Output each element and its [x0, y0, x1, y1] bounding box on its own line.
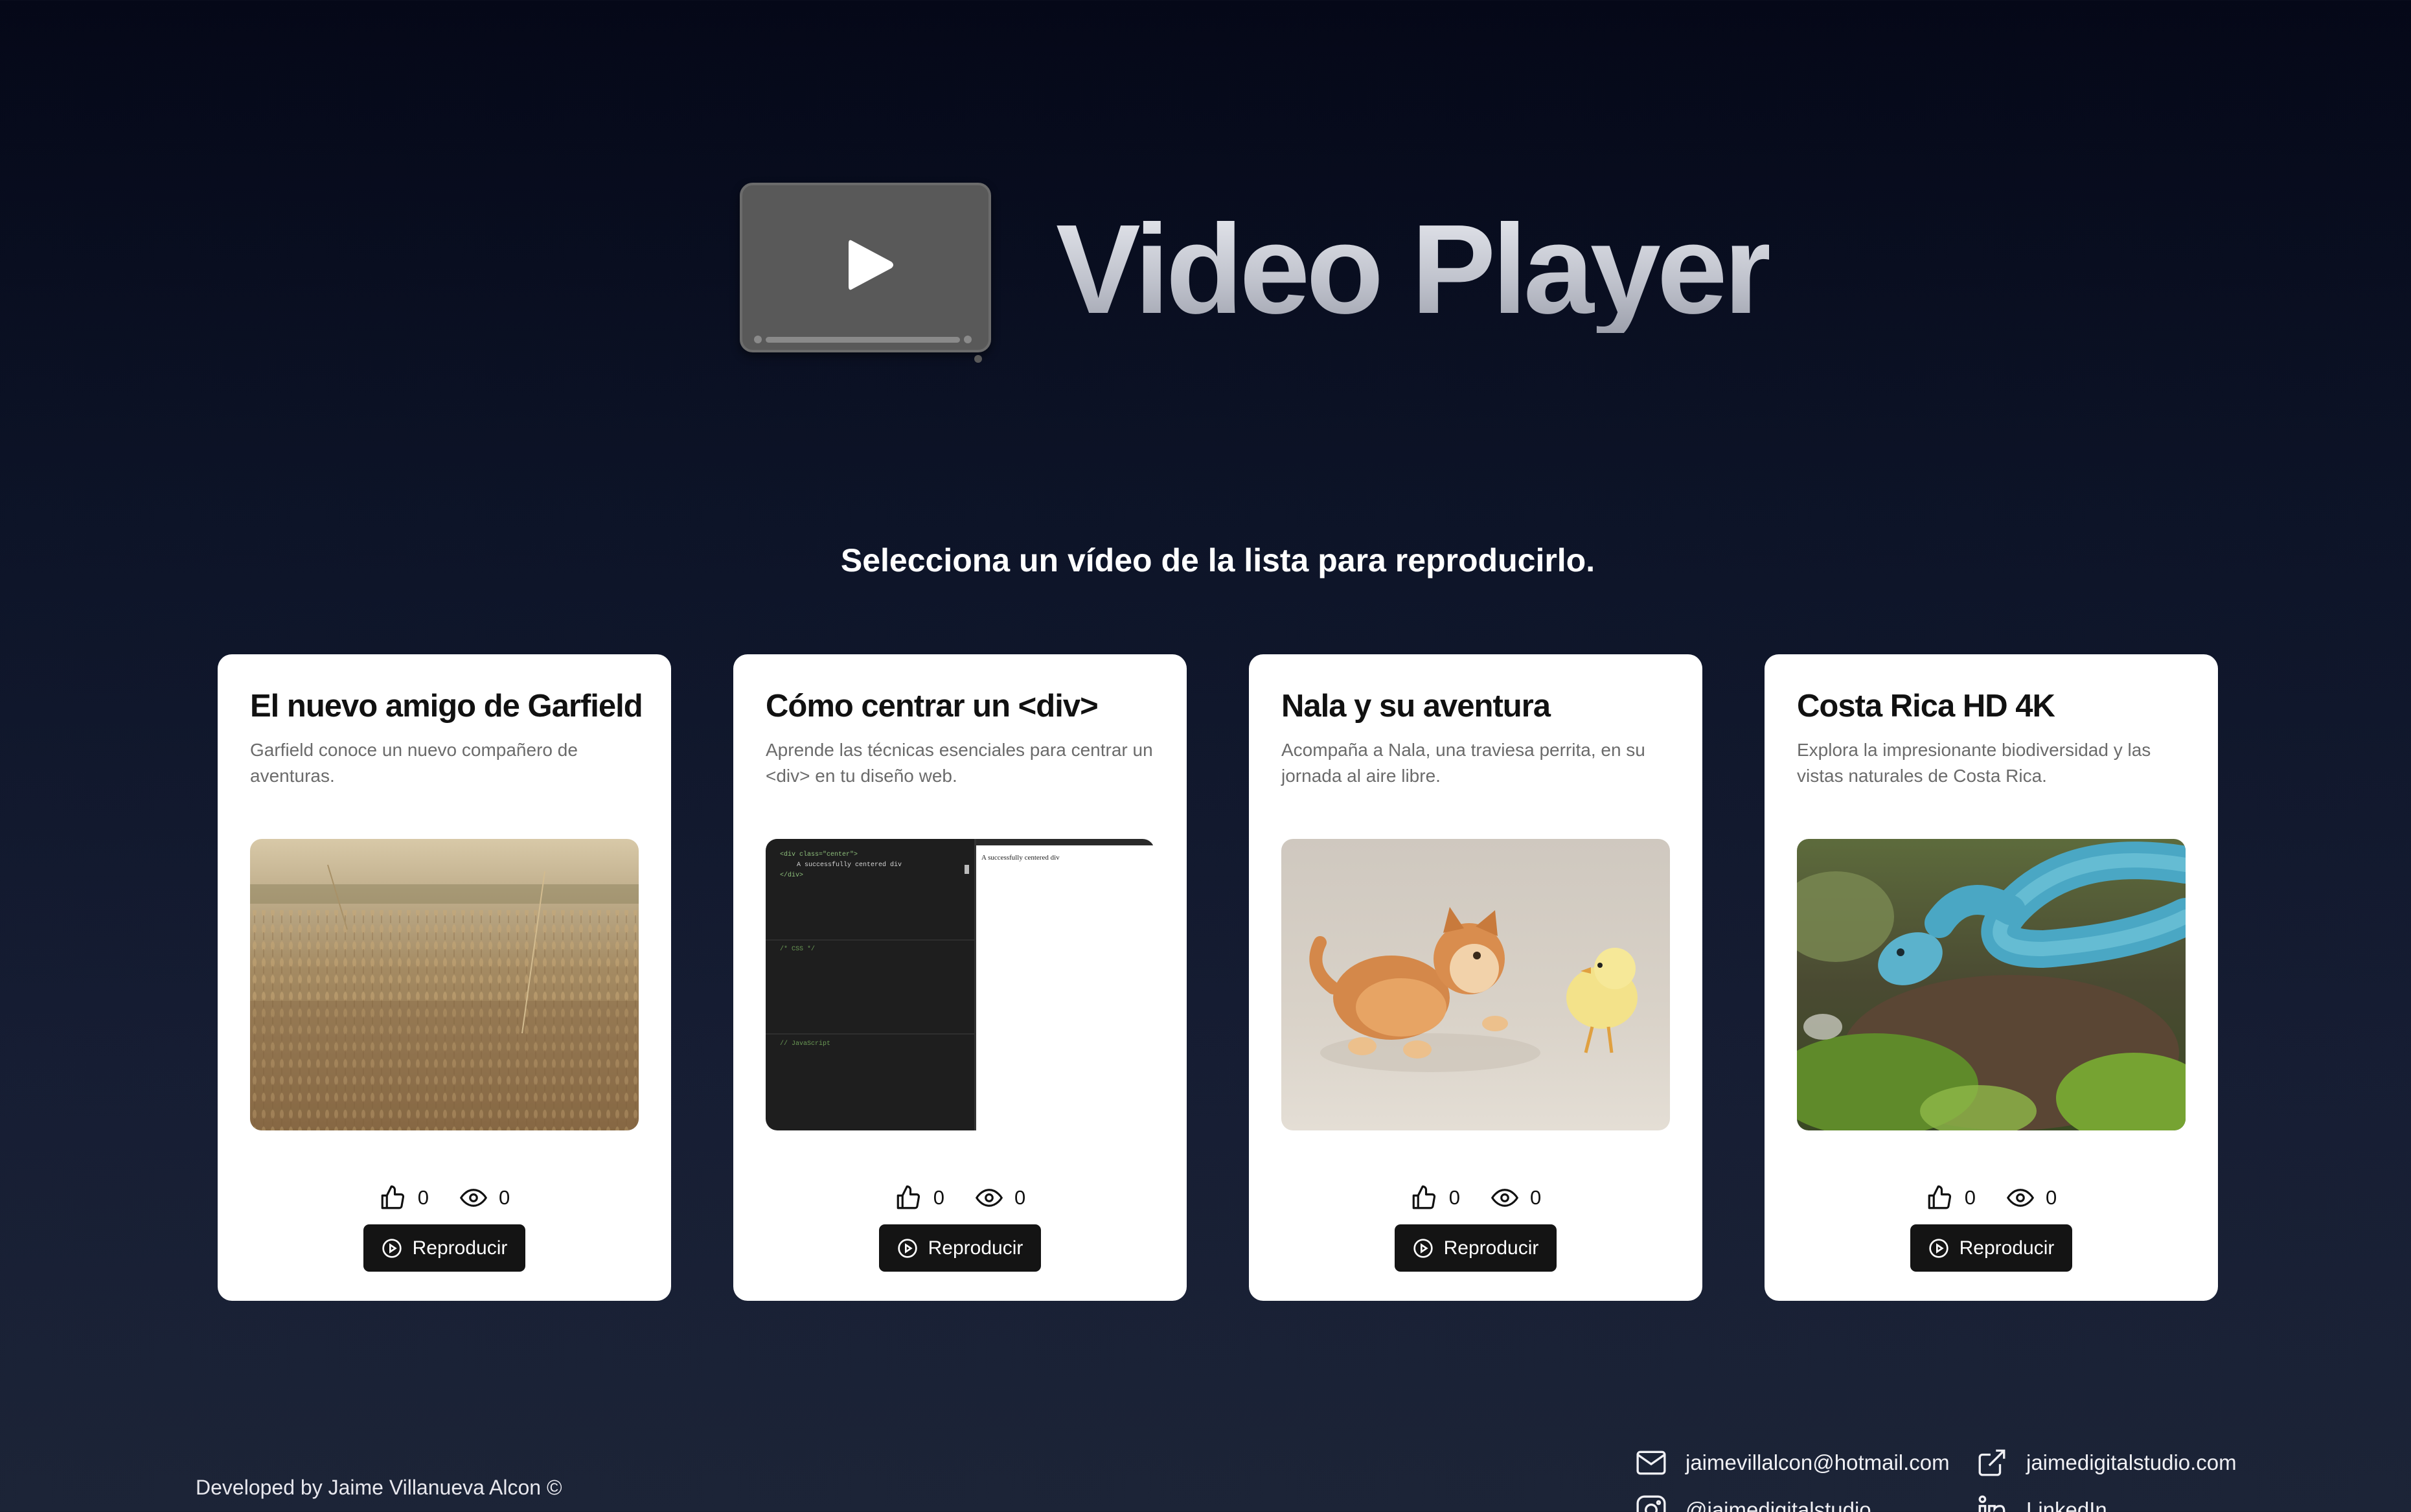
- play-button-label: Reproducir: [1959, 1237, 2055, 1259]
- video-description: Acompaña a Nala, una traviesa perrita, e…: [1281, 740, 1645, 786]
- play-button-label: Reproducir: [1443, 1237, 1539, 1259]
- likes-count: 0: [933, 1186, 944, 1209]
- instagram-link[interactable]: @jaimedigitalstudio: [1685, 1498, 1871, 1512]
- video-description: Aprende las técnicas esenciales para cen…: [766, 740, 1153, 786]
- views-count: 0: [1014, 1186, 1026, 1209]
- eye-icon: [976, 1189, 1003, 1207]
- likes-counter[interactable]: 0: [1926, 1184, 1976, 1211]
- website-link[interactable]: jaimedigitalstudio.com: [2026, 1450, 2237, 1475]
- video-title: Cómo centrar un <div>: [766, 689, 1099, 724]
- views-counter: 0: [976, 1184, 1025, 1211]
- code-js-comment: // JavaScript: [780, 1040, 830, 1048]
- play-button-label: Reproducir: [928, 1237, 1023, 1259]
- video-thumbnail-wheat-field[interactable]: [250, 839, 639, 1130]
- likes-counter[interactable]: 0: [379, 1184, 429, 1211]
- video-thumbnail-blue-viper[interactable]: [1797, 839, 2186, 1130]
- code-css-comment: /* CSS */: [780, 945, 815, 953]
- video-title: El nuevo amigo de Garfield: [250, 689, 643, 724]
- video-description: Explora la impresionante biodiversidad y…: [1797, 740, 2151, 786]
- views-counter: 0: [460, 1184, 510, 1211]
- video-card: Costa Rica HD 4K Explora la impresionant…: [1765, 654, 2218, 1301]
- thumbs-up-icon: [897, 1185, 920, 1209]
- video-player-logo-icon: [740, 183, 991, 363]
- video-card: El nuevo amigo de Garfield Garfield cono…: [218, 654, 671, 1301]
- contact-linkedin[interactable]: LinkedIn: [1976, 1494, 2107, 1512]
- video-title: Costa Rica HD 4K: [1797, 689, 2055, 724]
- video-title: Nala y su aventura: [1281, 689, 1551, 724]
- video-list: El nuevo amigo de Garfield Garfield cono…: [0, 654, 2411, 1302]
- views-counter: 0: [2007, 1184, 2057, 1211]
- play-video-button[interactable]: Reproducir: [1910, 1224, 2072, 1272]
- eye-icon: [460, 1189, 487, 1207]
- mail-icon: [1636, 1450, 1666, 1475]
- hero-header: Video Player: [0, 0, 2411, 453]
- likes-count: 0: [417, 1186, 429, 1209]
- video-description: Garfield conoce un nuevo compañero de av…: [250, 740, 578, 786]
- play-icon: [849, 240, 893, 290]
- page-title: Video Player: [1056, 198, 1773, 340]
- logo-progress-bar: [766, 337, 960, 343]
- play-video-button[interactable]: Reproducir: [363, 1224, 525, 1272]
- email-link[interactable]: jaimevillalcon@hotmail.com: [1685, 1450, 1950, 1475]
- play-circle-icon: [1413, 1238, 1433, 1258]
- likes-counter[interactable]: 0: [895, 1184, 944, 1211]
- likes-counter[interactable]: 0: [1410, 1184, 1460, 1211]
- external-link-icon: [1978, 1449, 2005, 1476]
- eye-icon: [1491, 1189, 1518, 1207]
- eye-icon: [2007, 1189, 2034, 1207]
- instructions-text: Selecciona un vídeo de la lista para rep…: [840, 542, 1595, 578]
- views-counter: 0: [1491, 1184, 1541, 1211]
- video-stats: 0 0: [218, 1182, 671, 1213]
- play-circle-icon: [897, 1238, 917, 1258]
- views-count: 0: [1530, 1186, 1542, 1209]
- developer-credit: Developed by Jaime Villanueva Alcon ©: [196, 1476, 562, 1499]
- contact-email[interactable]: jaimevillalcon@hotmail.com: [1635, 1447, 1950, 1479]
- play-video-button[interactable]: Reproducir: [1395, 1224, 1557, 1272]
- likes-count: 0: [1964, 1186, 1976, 1209]
- video-card: Cómo centrar un <div> Aprende las técnic…: [733, 654, 1187, 1301]
- thumbs-up-icon: [381, 1185, 404, 1209]
- linkedin-link[interactable]: LinkedIn: [2026, 1498, 2107, 1512]
- contact-website[interactable]: jaimedigitalstudio.com: [1976, 1447, 2237, 1479]
- code-html-line: <div class="center">: [780, 851, 858, 858]
- video-card: Nala y su aventura Acompaña a Nala, una …: [1249, 654, 1702, 1301]
- code-html-close: </div>: [780, 871, 803, 879]
- play-circle-icon: [382, 1238, 402, 1258]
- instagram-icon: [1636, 1495, 1666, 1512]
- video-thumbnail-code-editor[interactable]: <div class="center"> A successfully cent…: [766, 839, 1154, 1130]
- play-circle-icon: [1928, 1238, 1948, 1258]
- contact-instagram[interactable]: @jaimedigitalstudio: [1635, 1494, 1871, 1512]
- linkedin-icon: [1978, 1495, 2005, 1512]
- code-html-content: A successfully centered div: [797, 861, 902, 869]
- likes-count: 0: [1448, 1186, 1460, 1209]
- video-thumbnail-kitten-and-chick[interactable]: [1281, 839, 1670, 1130]
- video-stats: 0 0: [733, 1182, 1187, 1213]
- video-stats: 0 0: [1249, 1182, 1702, 1213]
- thumbs-up-icon: [1412, 1185, 1435, 1209]
- thumbs-up-icon: [1928, 1185, 1951, 1209]
- preview-text: A successfully centered div: [981, 854, 1060, 862]
- play-video-button[interactable]: Reproducir: [879, 1224, 1041, 1272]
- views-count: 0: [2046, 1186, 2057, 1209]
- play-button-label: Reproducir: [412, 1237, 508, 1259]
- views-count: 0: [499, 1186, 510, 1209]
- video-stats: 0 0: [1765, 1182, 2218, 1213]
